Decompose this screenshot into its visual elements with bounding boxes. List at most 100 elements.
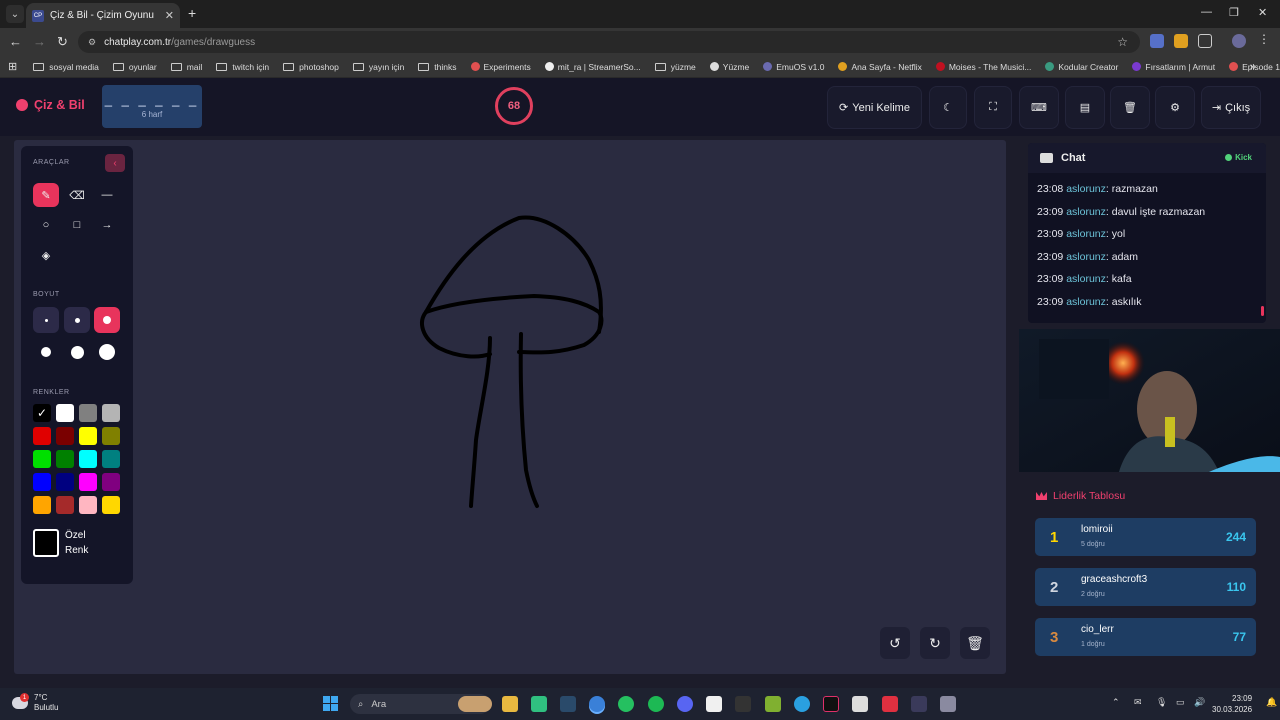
extension-icon[interactable] <box>1150 34 1164 48</box>
app-icon[interactable] <box>531 696 547 712</box>
network-icon[interactable]: ▭ <box>1176 697 1185 708</box>
collapse-panel-button[interactable]: ‹ <box>105 154 125 172</box>
taskbar-clock[interactable]: 23:09 30.03.2026 <box>1212 693 1252 715</box>
color-swatch[interactable] <box>79 404 97 422</box>
color-swatch[interactable] <box>79 427 97 445</box>
color-swatch[interactable] <box>79 473 97 491</box>
color-swatch[interactable] <box>102 427 120 445</box>
bookmark-item[interactable]: Moises - The Musici... <box>935 62 1031 72</box>
custom-color-button[interactable]: Özel Renk <box>33 528 95 558</box>
clear-canvas-button[interactable]: 🗑 <box>960 627 990 659</box>
color-swatch[interactable] <box>56 450 74 468</box>
undo-button[interactable]: ↺ <box>880 627 910 659</box>
bookmark-item[interactable]: Fırsatlarım | Armut <box>1132 62 1215 72</box>
weather-widget[interactable]: 1 7°C Bulutlu <box>12 693 58 713</box>
bookmark-item[interactable]: mit_ra | StreamerSo... <box>544 62 641 72</box>
bookmarks-overflow-icon[interactable]: » <box>1250 61 1256 73</box>
custom-color-preview[interactable] <box>33 529 59 557</box>
size-xxl[interactable] <box>94 339 120 365</box>
color-swatch[interactable] <box>56 427 74 445</box>
notifications-icon[interactable]: 🔔 <box>1266 697 1277 708</box>
tiktok-icon[interactable] <box>823 696 839 712</box>
bookmark-item[interactable]: Yüzme <box>709 62 749 72</box>
steam-icon[interactable] <box>560 696 576 712</box>
bookmark-star-icon[interactable]: ☆ <box>1117 35 1128 49</box>
bookmark-item[interactable]: twitch için <box>216 62 269 72</box>
bookmark-item[interactable]: photoshop <box>283 62 339 72</box>
tray-chevron-icon[interactable]: ⌃ <box>1112 697 1120 708</box>
color-swatch[interactable] <box>102 404 120 422</box>
calculator-icon[interactable] <box>940 696 956 712</box>
chrome-icon[interactable] <box>589 696 605 712</box>
color-swatch[interactable] <box>102 496 120 514</box>
volume-icon[interactable]: 🔊 <box>1194 697 1205 708</box>
browser-menu-icon[interactable]: ⋮ <box>1258 32 1272 46</box>
archive-button[interactable]: ▤ <box>1065 86 1105 129</box>
color-swatch[interactable] <box>56 473 74 491</box>
color-swatch[interactable] <box>102 473 120 491</box>
redo-button[interactable]: ↻ <box>920 627 950 659</box>
microphone-icon[interactable]: 🎙 <box>1156 697 1167 708</box>
rectangle-tool[interactable]: □ <box>64 213 90 237</box>
bookmark-item[interactable]: EmuOS v1.0 <box>763 62 824 72</box>
exit-button[interactable]: ⇥ Çıkış <box>1201 86 1261 129</box>
new-word-button[interactable]: ⟳ Yeni Kelime <box>827 86 922 129</box>
whatsapp-icon[interactable] <box>618 696 634 712</box>
eraser-tool[interactable]: ⌫ <box>64 183 90 207</box>
color-swatch[interactable] <box>56 496 74 514</box>
size-s[interactable] <box>64 307 90 333</box>
color-swatch[interactable] <box>56 404 74 422</box>
site-info-icon[interactable]: ⚙ <box>88 37 96 48</box>
start-button[interactable] <box>323 696 338 711</box>
color-swatch[interactable] <box>79 450 97 468</box>
size-xl[interactable] <box>64 339 90 365</box>
new-tab-icon[interactable]: + <box>188 5 196 21</box>
bookmark-item[interactable]: Experiments <box>470 62 531 72</box>
fill-tool[interactable]: ◈ <box>33 243 59 267</box>
bookmark-item[interactable]: yayın için <box>352 62 404 72</box>
capcut-icon[interactable] <box>706 696 722 712</box>
discord-icon[interactable] <box>677 696 693 712</box>
apps-grid-icon[interactable]: ⊞ <box>8 60 17 73</box>
keyboard-button[interactable]: ⌨ <box>1019 86 1059 129</box>
color-swatch[interactable] <box>79 496 97 514</box>
message-user[interactable]: aslorunz <box>1066 206 1106 218</box>
widget-icon[interactable] <box>458 696 492 712</box>
color-swatch[interactable] <box>102 450 120 468</box>
spotify-icon[interactable] <box>648 696 664 712</box>
file-explorer-icon[interactable] <box>502 696 518 712</box>
bluestacks-icon[interactable] <box>765 696 781 712</box>
close-window-icon[interactable]: ✕ <box>1258 6 1267 19</box>
bookmark-item[interactable]: yüzme <box>654 62 696 72</box>
back-icon[interactable]: ← <box>9 34 22 49</box>
message-user[interactable]: aslorunz <box>1066 251 1106 263</box>
settings-button[interactable]: ⚙ <box>1155 86 1195 129</box>
size-xs[interactable] <box>33 307 59 333</box>
bookmark-item[interactable]: mail <box>170 62 202 72</box>
bookmark-item[interactable]: sosyal media <box>33 62 99 72</box>
close-tab-icon[interactable]: ✕ <box>165 9 174 22</box>
size-m[interactable] <box>94 307 120 333</box>
circle-tool[interactable]: ○ <box>33 213 59 237</box>
reload-icon[interactable]: ↻ <box>57 34 68 50</box>
message-user[interactable]: aslorunz <box>1066 228 1106 240</box>
dark-mode-button[interactable]: ☾ <box>929 86 967 129</box>
bookmark-item[interactable]: Kodular Creator <box>1045 62 1118 72</box>
telegram-icon[interactable] <box>794 696 810 712</box>
app-icon[interactable] <box>882 696 898 712</box>
drawing-canvas[interactable]: ↺ ↻ 🗑 <box>14 140 1006 674</box>
message-user[interactable]: aslorunz <box>1066 296 1106 308</box>
color-swatch[interactable]: ✓ <box>33 404 51 422</box>
app-icon[interactable] <box>911 696 927 712</box>
size-l[interactable] <box>33 339 59 365</box>
color-swatch[interactable] <box>33 450 51 468</box>
forward-icon[interactable]: → <box>33 34 46 49</box>
url-input[interactable]: ⚙ chatplay.com.tr /games/drawguess ☆ <box>78 31 1140 53</box>
epic-games-icon[interactable] <box>735 696 751 712</box>
message-user[interactable]: aslorunz <box>1066 183 1106 195</box>
app-logo[interactable]: Çiz & Bil <box>16 98 85 112</box>
maximize-icon[interactable]: ❐ <box>1229 6 1239 19</box>
color-swatch[interactable] <box>33 473 51 491</box>
app-icon[interactable] <box>852 696 868 712</box>
color-swatch[interactable] <box>33 496 51 514</box>
